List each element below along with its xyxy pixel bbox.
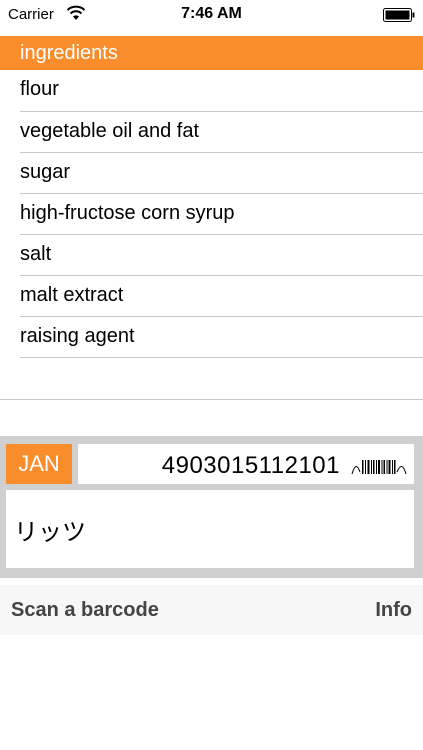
- code-type-badge: JAN: [6, 444, 72, 484]
- ingredient-label: salt: [20, 243, 52, 265]
- list-item[interactable]: raising agent: [20, 317, 423, 358]
- barcode-icon: [351, 460, 407, 475]
- scan-result-panel: JAN 4903015112101 リッツ: [0, 436, 423, 578]
- barcode-field[interactable]: 4903015112101: [78, 444, 414, 484]
- ingredients-header-label: ingredients: [20, 42, 118, 64]
- list-item[interactable]: salt: [20, 235, 423, 276]
- ingredient-label: high-fructose corn syrup: [20, 202, 235, 224]
- status-time: 7:46 AM: [181, 5, 242, 22]
- ingredients-header: ingredients: [0, 36, 423, 70]
- scan-barcode-button[interactable]: Scan a barcode: [11, 599, 159, 622]
- battery-icon: [383, 8, 415, 22]
- product-name-box: リッツ: [6, 490, 414, 568]
- bottom-toolbar: Scan a barcode Info: [0, 585, 423, 635]
- list-item[interactable]: malt extract: [20, 276, 423, 317]
- ingredients-list: flour vegetable oil and fat sugar high-f…: [0, 70, 423, 358]
- ingredient-label: vegetable oil and fat: [20, 120, 200, 142]
- list-item[interactable]: sugar: [20, 153, 423, 194]
- ingredient-label: sugar: [20, 161, 71, 183]
- ingredient-label: malt extract: [20, 284, 124, 306]
- ingredient-label: raising agent: [20, 325, 135, 347]
- list-item[interactable]: vegetable oil and fat: [20, 112, 423, 153]
- list-item[interactable]: flour: [20, 70, 423, 112]
- ingredient-label: flour: [20, 78, 59, 100]
- status-bar: Carrier 7:46 AM: [0, 0, 423, 30]
- barcode-value: 4903015112101: [161, 452, 340, 479]
- list-item[interactable]: high-fructose corn syrup: [20, 194, 423, 235]
- product-name: リッツ: [14, 518, 86, 546]
- info-button[interactable]: Info: [375, 599, 412, 622]
- list-divider: [0, 399, 423, 400]
